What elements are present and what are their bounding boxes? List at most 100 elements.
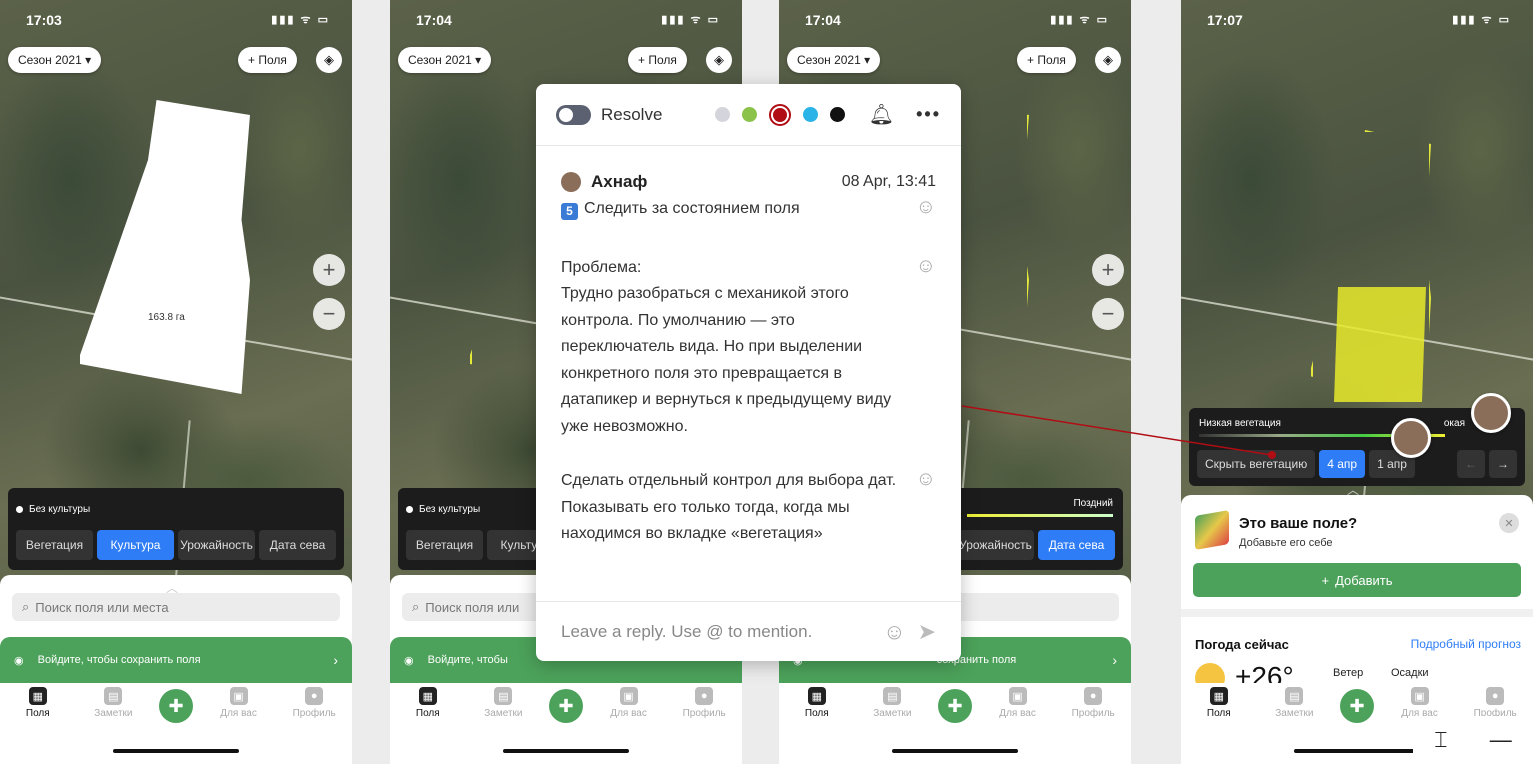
add-field-button[interactable]: + Поля xyxy=(1017,47,1076,73)
layers-icon[interactable]: ◈ xyxy=(1095,47,1121,73)
notes-icon: ▤ xyxy=(1285,687,1304,705)
add-note-button[interactable]: ✚ xyxy=(158,689,193,723)
tab-fields[interactable]: ▦ Поля xyxy=(1189,687,1249,764)
notes-icon: ▤ xyxy=(494,687,513,705)
veg-low-label: Низкая вегетация xyxy=(1199,418,1281,429)
layer-segmented-control: Вегетация Культура Урожайность Дата сева xyxy=(16,530,336,560)
status-icons: ▮▮▮ ᯤ ▭ xyxy=(1050,14,1109,26)
resolve-label: Resolve xyxy=(601,104,663,124)
resolve-toggle[interactable] xyxy=(556,104,591,125)
season-dropdown[interactable]: Сезон 2021 ▾ xyxy=(398,47,492,73)
tab-profile[interactable]: ● Профиль xyxy=(674,687,734,764)
tab-sowing-date[interactable]: Дата сева xyxy=(1038,530,1115,560)
tab-fields[interactable]: ▦ Поля xyxy=(398,687,458,764)
hide-vegetation-button[interactable]: Скрыть вегетацию xyxy=(1197,450,1316,478)
add-field-button[interactable]: + Добавить xyxy=(1193,563,1521,597)
clock: 17:04 xyxy=(805,12,841,28)
sowing-legend-bar xyxy=(967,514,1113,517)
fields-icon: ▦ xyxy=(28,687,47,705)
more-icon[interactable]: ••• xyxy=(916,104,941,125)
arrow-left-icon[interactable]: ← xyxy=(1457,450,1485,478)
zoom-in-button[interactable]: + xyxy=(313,254,345,286)
close-icon[interactable]: ✕ xyxy=(1499,513,1519,533)
add-reaction-icon[interactable]: ☺ xyxy=(916,194,936,221)
color-swatch-red-selected[interactable] xyxy=(768,103,791,126)
tab-profile[interactable]: ● Профиль xyxy=(1063,687,1123,764)
add-reaction-icon[interactable]: ☺ xyxy=(916,466,936,493)
color-swatch-gray[interactable] xyxy=(714,107,730,122)
frame-icon[interactable]: ⌶ xyxy=(1434,727,1447,753)
bell-icon[interactable]: 🔔︎ xyxy=(869,102,894,127)
color-picker xyxy=(714,103,845,126)
add-reaction-icon[interactable]: ☺ xyxy=(916,253,936,280)
precip-label: Осадки xyxy=(1391,667,1429,679)
search-input[interactable]: ⌕ Поиск поля или места xyxy=(12,593,340,621)
tab-culture[interactable]: Культура xyxy=(97,530,174,560)
login-banner[interactable]: ◉ Войдите, чтобы сохранить поля › xyxy=(0,637,352,683)
emoji-icon[interactable]: ☺ xyxy=(883,619,905,645)
crop-legend-label: Без культуры xyxy=(419,504,481,515)
tab-fields[interactable]: ▦ Поля xyxy=(8,687,68,764)
status-icons: ▮▮▮ ᯤ ▭ xyxy=(271,14,330,26)
home-indicator xyxy=(892,749,1018,753)
plus-icon: + xyxy=(1321,572,1330,588)
comment-date: 08 Apr, 13:41 xyxy=(841,173,936,190)
forecast-link[interactable]: Подробный прогноз xyxy=(1411,637,1521,651)
reply-input[interactable]: Leave a reply. Use @ to mention. xyxy=(561,622,812,642)
date-chip-active[interactable]: 4 апр xyxy=(1319,450,1366,478)
weather-title: Погода сейчас xyxy=(1195,637,1289,652)
profile-icon: ● xyxy=(1084,687,1103,705)
user-icon: ◉ xyxy=(14,654,24,667)
add-field-button[interactable]: + Поля xyxy=(238,47,297,73)
fields-icon: ▦ xyxy=(418,687,437,705)
tab-yield[interactable]: Урожайность xyxy=(178,530,255,560)
canvas-tools: ⌶ — xyxy=(1413,716,1533,764)
season-dropdown[interactable]: Сезон 2021 ▾ xyxy=(8,47,102,73)
tab-profile[interactable]: ● Профиль xyxy=(284,687,344,764)
add-note-button[interactable]: ✚ xyxy=(937,689,972,723)
tab-sowing-date[interactable]: Дата сева xyxy=(259,530,336,560)
status-icons: ▮▮▮ ᯤ ▭ xyxy=(1452,14,1511,26)
notes-icon: ▤ xyxy=(883,687,902,705)
add-field-button[interactable]: + Поля xyxy=(628,47,687,73)
date-picker-row: Скрыть вегетацию 4 апр 1 апр ← → xyxy=(1197,450,1517,478)
chevron-right-icon: › xyxy=(1112,652,1117,668)
selected-field[interactable] xyxy=(80,100,250,394)
add-note-button[interactable]: ✚ xyxy=(1339,689,1374,723)
zoom-out-button[interactable]: − xyxy=(1092,298,1124,330)
tab-yield[interactable]: Урожайность xyxy=(957,530,1034,560)
tab-fields[interactable]: ▦ Поля xyxy=(787,687,847,764)
add-note-button[interactable]: ✚ xyxy=(548,689,583,723)
color-swatch-green[interactable] xyxy=(741,107,757,122)
fields-icon: ▦ xyxy=(1209,687,1228,705)
for-you-icon: ▣ xyxy=(1410,687,1429,705)
legend-late-label: Поздний xyxy=(1073,498,1113,509)
season-dropdown[interactable]: Сезон 2021 ▾ xyxy=(787,47,881,73)
reply-bar: Leave a reply. Use @ to mention. ☺ ➤ xyxy=(536,601,961,661)
field-area-label: 163.8 га xyxy=(148,312,185,323)
comment-pin-avatar[interactable] xyxy=(1391,418,1431,458)
legend-dot xyxy=(16,506,23,513)
comment-pin-avatar[interactable] xyxy=(1471,393,1511,433)
zoom-in-button[interactable]: + xyxy=(1092,254,1124,286)
home-indicator xyxy=(113,749,239,753)
home-indicator xyxy=(1294,749,1420,753)
phone-screen-4: 17:07 ▮▮▮ ᯤ ▭ Низкая вегетация окая Скры… xyxy=(1181,0,1533,764)
search-icon: ⌕ xyxy=(22,599,30,614)
layers-icon[interactable]: ◈ xyxy=(316,47,342,73)
clock: 17:03 xyxy=(26,12,62,28)
clock: 17:07 xyxy=(1207,12,1243,28)
zoom-out-button[interactable]: − xyxy=(313,298,345,330)
tab-vegetation[interactable]: Вегетация xyxy=(16,530,93,560)
tab-vegetation[interactable]: Вегетация xyxy=(406,530,483,560)
home-indicator xyxy=(503,749,629,753)
send-icon[interactable]: ➤ xyxy=(918,619,936,645)
layers-icon[interactable]: ◈ xyxy=(706,47,732,73)
comment-body: Ахнаф 08 Apr, 13:41 5 Следить за состояни… xyxy=(561,172,936,548)
clock: 17:04 xyxy=(416,12,452,28)
arrow-right-icon[interactable]: → xyxy=(1489,450,1517,478)
color-swatch-blue[interactable] xyxy=(802,107,818,122)
sheet-grabber[interactable]: ︿ xyxy=(1347,481,1359,498)
minus-icon[interactable]: — xyxy=(1490,727,1512,753)
color-swatch-black[interactable] xyxy=(829,107,845,122)
